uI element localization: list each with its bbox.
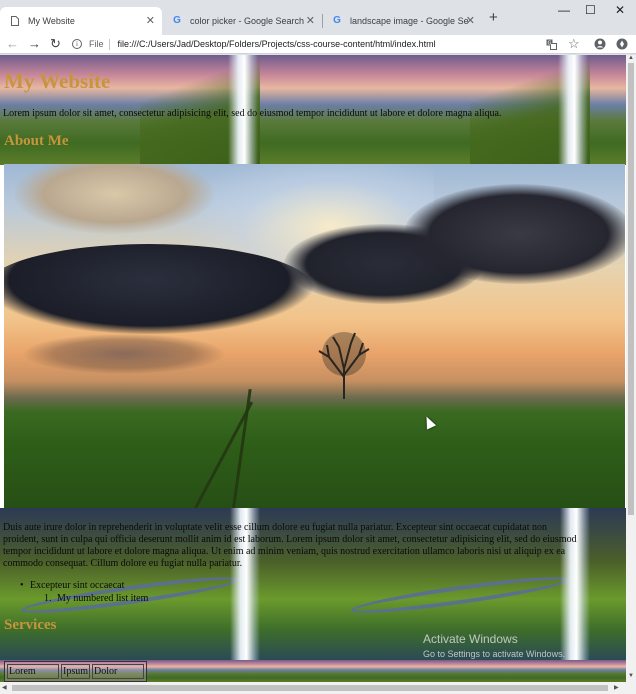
url-text[interactable]: file:///C:/Users/Jad/Desktop/Folders/Pro… (118, 39, 436, 49)
landscape-image (4, 164, 625, 508)
tab-close-icon[interactable]: ✕ (466, 15, 475, 27)
extension-icon[interactable] (616, 38, 628, 54)
google-icon: G (173, 15, 181, 26)
translate-icon[interactable]: G (546, 38, 557, 54)
page-icon (10, 16, 20, 26)
tab-title: landscape image - Google Search (350, 16, 468, 26)
bullet-marker: • (20, 580, 24, 591)
about-paragraph-line4: commodo consequat. Cillum dolore eu fugi… (3, 558, 243, 569)
about-paragraph-line1: Duis aute irure dolor in reprehenderit i… (3, 522, 547, 533)
about-heading: About Me (4, 133, 69, 149)
address-separator (108, 38, 110, 50)
new-tab-button[interactable]: + (489, 10, 498, 26)
vertical-scroll-thumb[interactable] (628, 63, 634, 515)
tab-my-website[interactable]: My Website ✕ (0, 7, 162, 35)
back-button[interactable]: ← (6, 36, 19, 52)
scroll-left-arrow[interactable]: ◀ (2, 684, 7, 691)
numbered-marker: 1. (44, 593, 52, 604)
tab-title: color picker - Google Search (190, 16, 305, 26)
numbered-list-item: My numbered list item (57, 593, 149, 604)
forward-button[interactable]: → (28, 36, 41, 52)
table-cell: Dolor (92, 664, 144, 679)
activate-windows-subtitle: Go to Settings to activate Windows. (423, 649, 566, 659)
scroll-down-arrow[interactable]: ▼ (628, 673, 634, 679)
intro-paragraph: Lorem ipsum dolor sit amet, consectetur … (3, 108, 502, 119)
scroll-up-arrow[interactable]: ▲ (628, 55, 634, 61)
horizontal-scrollbar[interactable]: ◀ ▶ (0, 682, 636, 694)
google-icon: G (333, 15, 341, 26)
star-icon[interactable]: ☆ (568, 36, 580, 52)
tab-title: My Website (28, 16, 75, 26)
bullet-list-item: Excepteur sint occaecat (30, 580, 125, 591)
tab-color-picker[interactable]: G color picker - Google Search ✕ (162, 7, 322, 35)
address-bar[interactable]: i File file:///C:/Users/Jad/Desktop/Fold… (72, 35, 540, 53)
account-icon[interactable] (594, 38, 606, 54)
tree-illustration (318, 332, 370, 399)
tab-close-icon[interactable]: ✕ (146, 15, 155, 27)
tab-landscape-image[interactable]: G landscape image - Google Search ✕ (322, 7, 482, 35)
page-viewport[interactable]: My Website Lorem ipsum dolor sit amet, c… (0, 55, 626, 682)
table-row: Lorem Ipsum Dolor (7, 664, 144, 679)
browser-toolbar: ← → ↻ i File file:///C:/Users/Jad/Deskto… (0, 35, 636, 54)
file-scheme-label: File (89, 39, 104, 49)
about-paragraph-line2: proident, sunt in culpa qui officia dese… (3, 534, 577, 545)
table-cell: Lorem (7, 664, 59, 679)
scroll-right-arrow[interactable]: ▶ (614, 684, 619, 691)
info-icon[interactable]: i (72, 39, 82, 49)
close-window-button[interactable]: ✕ (615, 3, 625, 17)
activate-windows-title: Activate Windows (423, 632, 518, 646)
table-cell: Ipsum (61, 664, 90, 679)
tab-close-icon[interactable]: ✕ (306, 15, 315, 27)
site-title: My Website (4, 69, 111, 93)
svg-text:G: G (548, 41, 552, 47)
maximize-button[interactable]: ☐ (585, 3, 596, 17)
minimize-button[interactable]: — (558, 3, 570, 17)
services-heading: Services (4, 617, 57, 633)
vertical-scrollbar[interactable]: ▲ ▼ (626, 55, 636, 682)
background-tile (330, 660, 626, 682)
about-paragraph-line3: tempor incididunt ut labore et dolore ma… (3, 546, 566, 557)
tab-strip: My Website ✕ G color picker - Google Sea… (0, 0, 636, 35)
horizontal-scroll-thumb[interactable] (12, 685, 608, 691)
reload-button[interactable]: ↻ (50, 36, 61, 52)
services-table: Lorem Ipsum Dolor (4, 661, 147, 682)
